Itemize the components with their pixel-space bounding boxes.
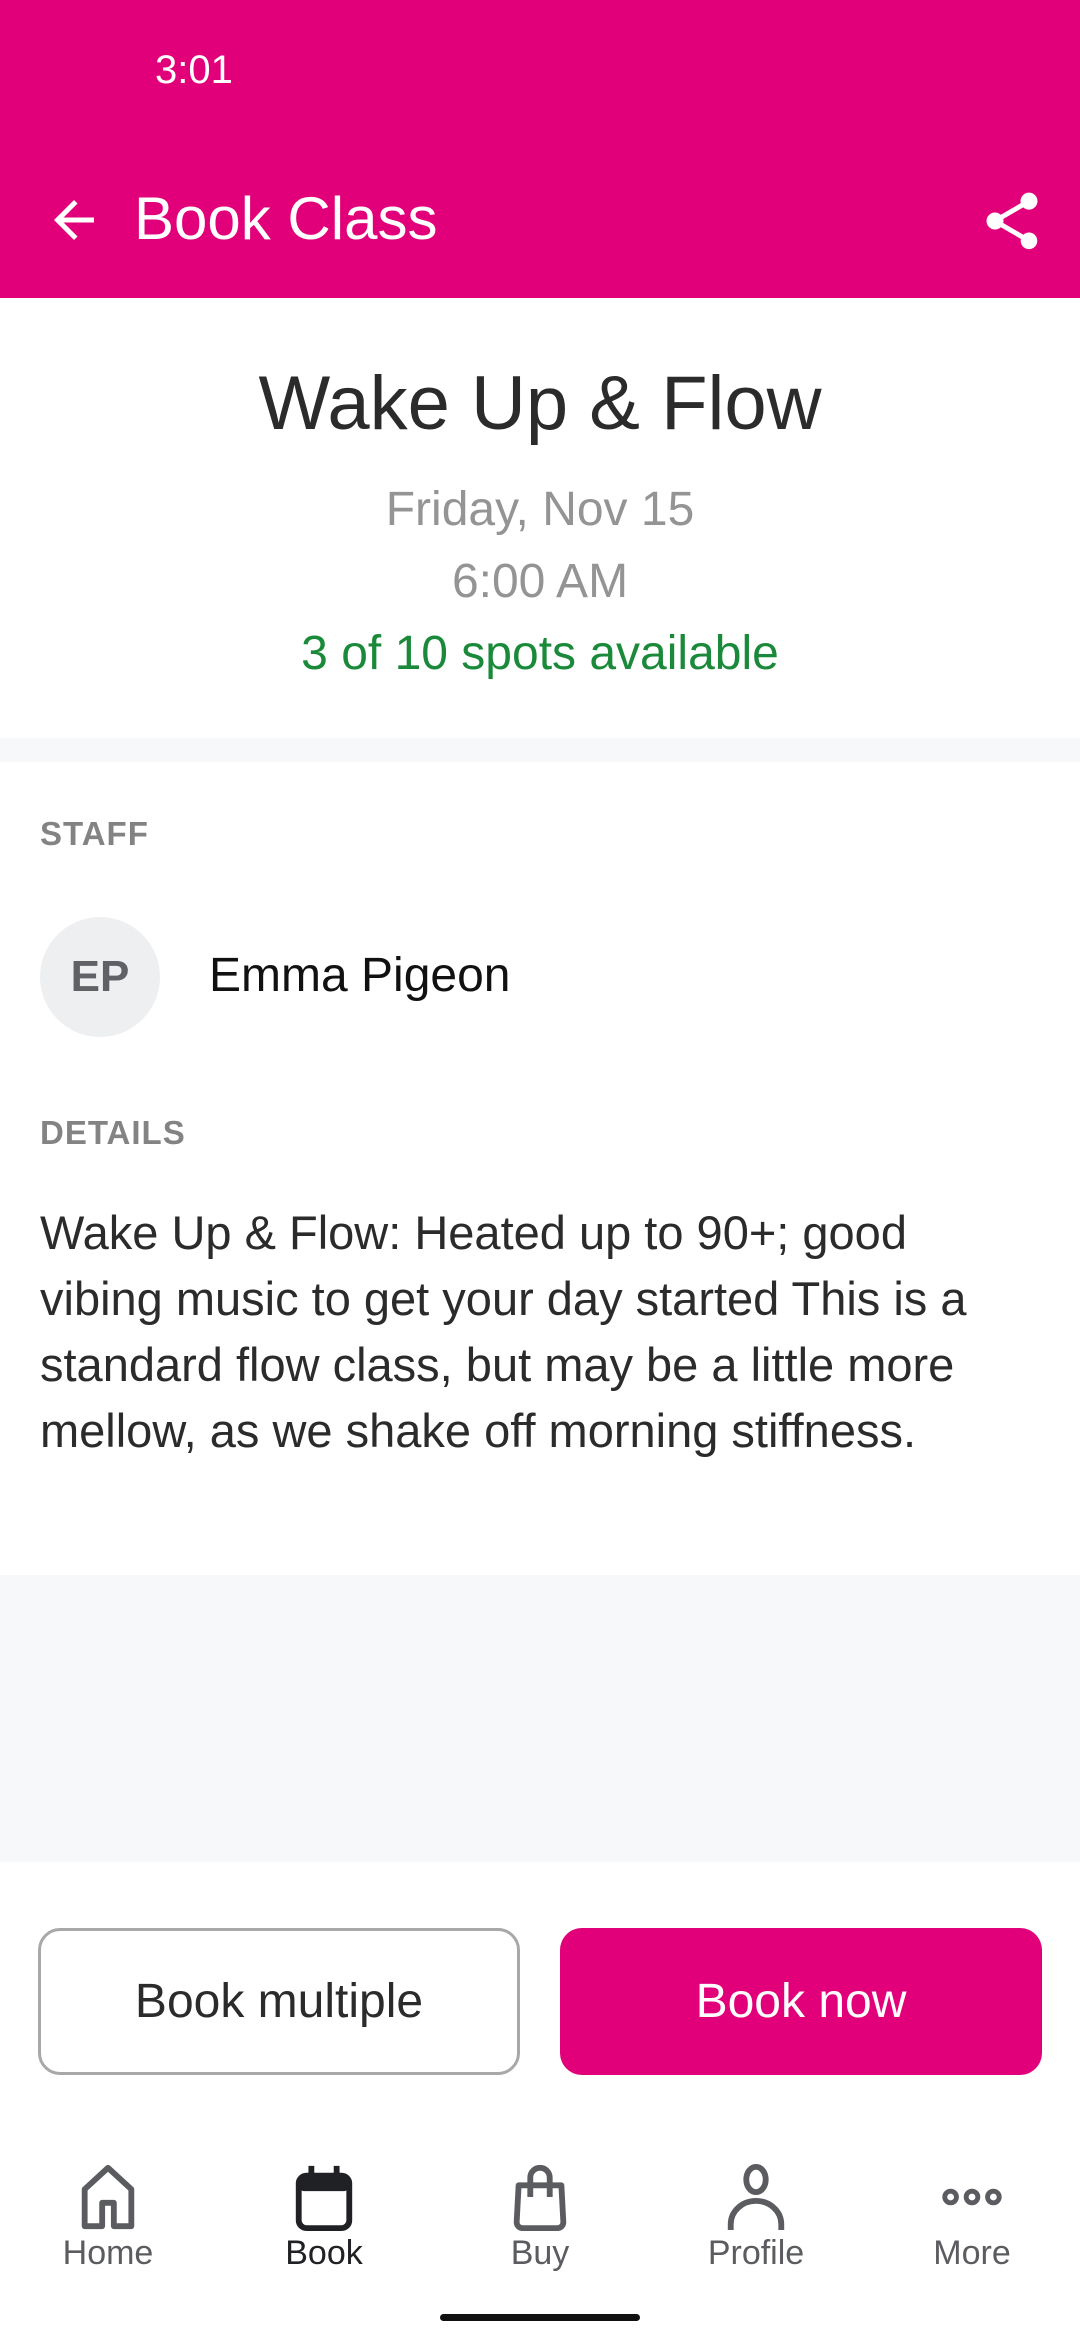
nav-item-book[interactable]: Book [216,2140,432,2290]
shopping-bag-icon [513,2164,567,2232]
home-icon [81,2164,135,2230]
nav-label: Buy [510,2234,570,2272]
nav-item-profile[interactable]: Profile [648,2140,864,2290]
details-section-label: DETAILS [40,1114,186,1151]
book-multiple-button[interactable]: Book multiple [38,1928,520,2075]
nav-item-home[interactable]: Home [0,2140,216,2290]
book-multiple-label: Book multiple [134,1975,424,2028]
nav-label: More [933,2234,1011,2272]
book-now-label: Book now [695,1975,907,2028]
spots-available: 3 of 10 spots available [301,627,779,680]
arrow-left-icon[interactable] [44,190,104,250]
nav-label: Profile [707,2234,805,2272]
person-icon [727,2163,785,2231]
bottom-nav: Home Book Buy Profile More [0,2140,1080,2300]
calendar-icon [295,2165,353,2232]
class-time: 6:00 AM [451,555,629,608]
spacer-area [0,1575,1080,1862]
app-bar: 3:01 Book Class [0,0,1080,298]
nav-label: Home [62,2234,154,2272]
staff-name[interactable]: Emma Pigeon [209,948,510,1003]
book-now-button[interactable]: Book now [560,1928,1042,2075]
nav-item-buy[interactable]: Buy [432,2140,648,2290]
avatar-initials: EP [70,952,130,1001]
home-indicator[interactable] [440,2314,640,2321]
avatar: EP [40,917,160,1037]
section-divider [0,738,1080,762]
staff-section-label: STAFF [40,815,149,852]
share-icon[interactable] [978,186,1046,256]
page-title: Book Class [134,185,438,252]
more-dots-icon [942,2188,1002,2206]
class-title: Wake Up & Flow [258,361,822,446]
status-time: 3:01 [155,48,233,92]
class-summary: Wake Up & Flow Friday, Nov 15 6:00 AM 3 … [0,298,1080,738]
nav-label: Book [285,2234,363,2272]
nav-item-more[interactable]: More [864,2140,1080,2290]
class-date: Friday, Nov 15 [385,483,695,536]
class-description: Wake Up & Flow: Heated up to 90+; good v… [40,1206,967,1457]
